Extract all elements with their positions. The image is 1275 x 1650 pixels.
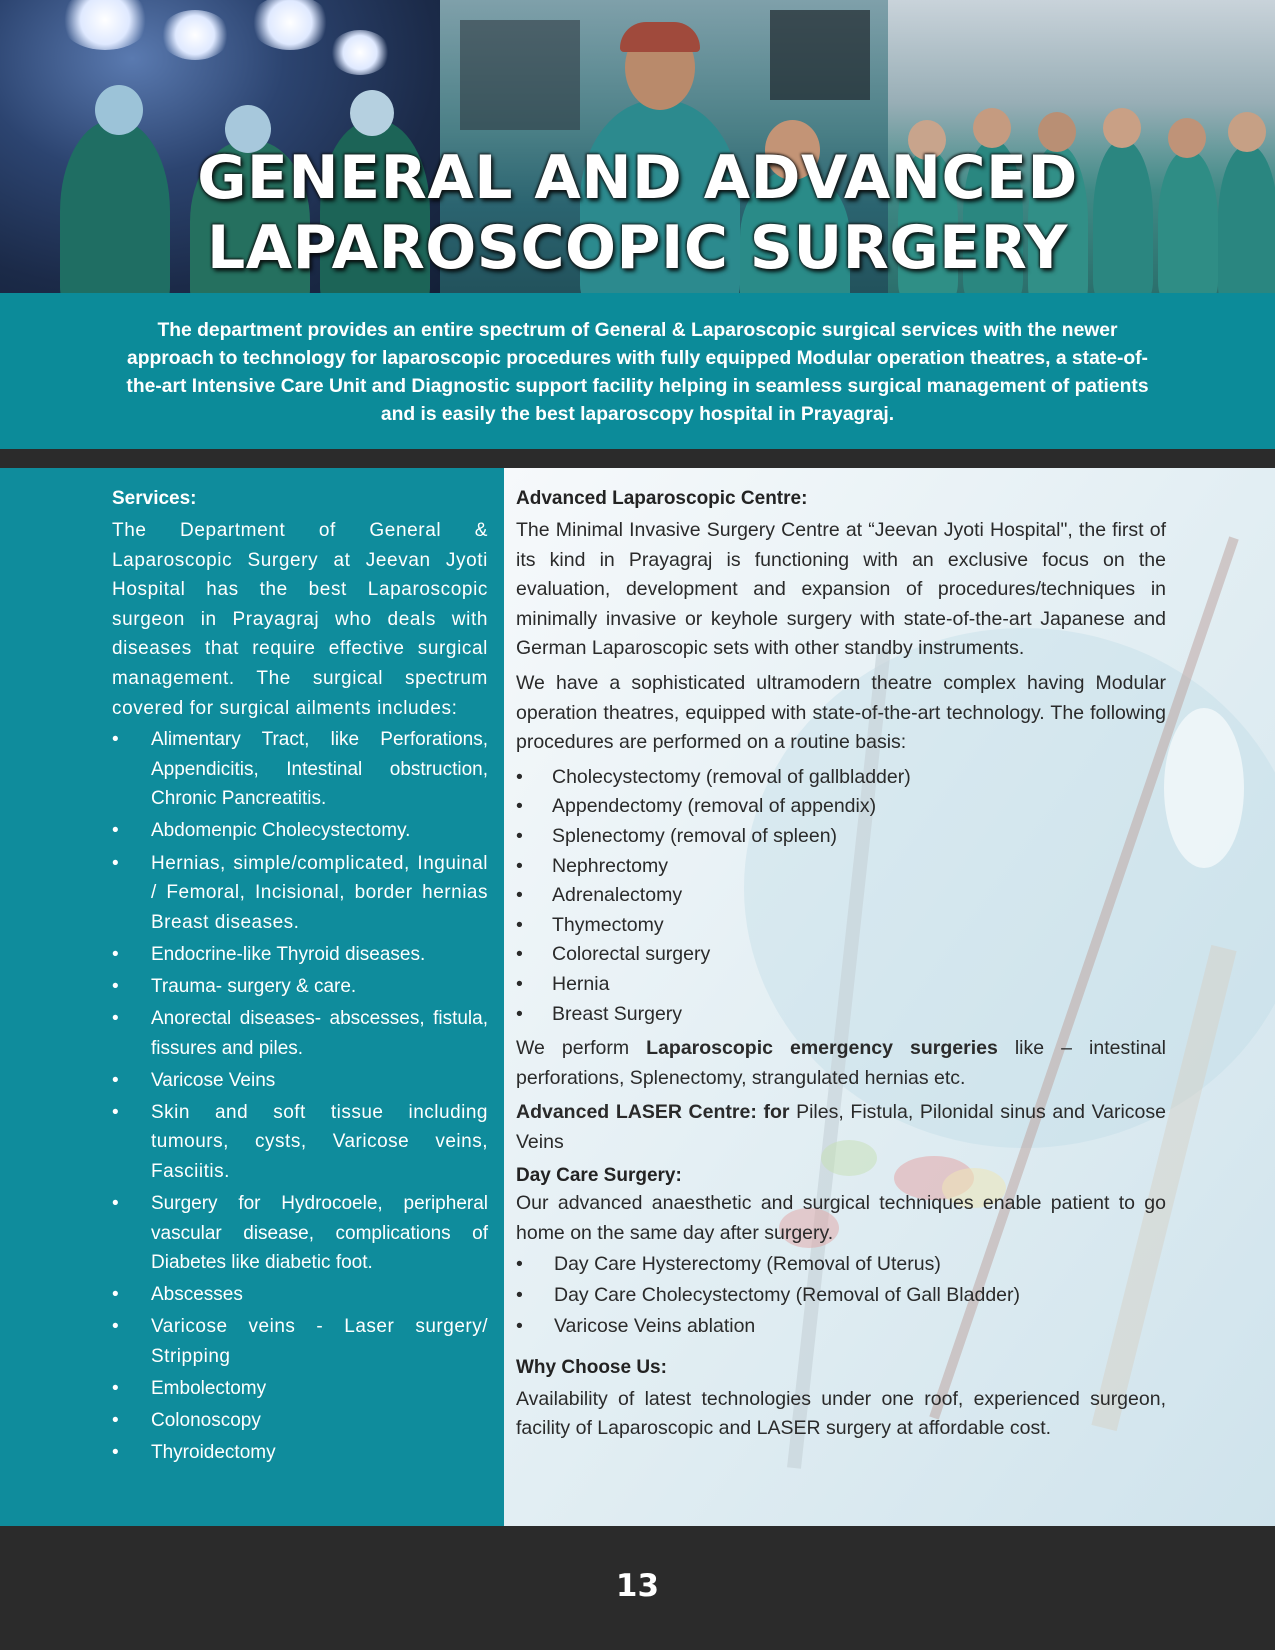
why-choose-heading: Why Choose Us: (516, 1356, 667, 1378)
list-item: • Hernia (516, 970, 1166, 1000)
page-title: GENERAL AND ADVANCED LAPAROSCOPIC SURGER… (0, 143, 1275, 283)
theatre-paragraph: We have a sophisticated ultramodern thea… (516, 671, 1166, 754)
bullet-icon: • (516, 1002, 523, 1025)
bullet-icon: • (112, 852, 120, 874)
intro-text: The department provides an entire spectr… (126, 320, 1149, 425)
page-title-line-2: LAPAROSCOPIC SURGERY (207, 213, 1068, 283)
list-item: • Hernias, simple/complicated, Inguinal /… (112, 849, 488, 938)
details-column: Advanced Laparoscopic Centre: The Minima… (504, 468, 1275, 1526)
list-item: • Nephrectomy (516, 852, 1166, 882)
page-number: 13 (615, 1568, 660, 1604)
list-item: • Embolectomy (112, 1374, 488, 1404)
list-item: • Colonoscopy (112, 1406, 488, 1436)
bullet-icon: • (112, 1193, 119, 1215)
bullet-icon: • (112, 820, 119, 842)
list-item: • Abdomenpic Cholecystectomy. (112, 816, 488, 846)
bullet-icon: • (112, 1101, 120, 1123)
bullet-icon: • (112, 1442, 119, 1464)
list-item: • Splenectomy (removal of spleen) (516, 822, 1166, 852)
list-item: • Trauma- surgery & care. (112, 972, 488, 1002)
bullet-icon: • (112, 1008, 119, 1029)
bullet-icon: • (516, 943, 523, 966)
list-item: • Skin and soft tissue including tumours,… (112, 1098, 488, 1187)
list-item: • Varicose Veins (112, 1066, 488, 1096)
bullet-icon: • (516, 824, 523, 847)
list-item: • Varicose Veins ablation (516, 1311, 1166, 1342)
bullet-icon: • (516, 1314, 523, 1337)
bullet-icon: • (516, 765, 523, 788)
list-item: • Cholecystectomy (removal of gallbladder… (516, 763, 1166, 793)
bullet-icon: • (516, 1252, 523, 1275)
hero-banner: GENERAL AND ADVANCED LAPAROSCOPIC SURGER… (0, 0, 1275, 293)
emergency-highlight: Laparoscopic emergency surgeries (646, 1037, 998, 1060)
day-care-paragraph: Our advanced anaesthetic and surgical te… (516, 1192, 1166, 1245)
bullet-icon: • (516, 795, 523, 818)
page-footer: 13 (0, 1526, 1275, 1650)
list-item: • Endocrine-like Thyroid diseases. (112, 940, 488, 970)
day-care-heading: Day Care Surgery: (516, 1165, 682, 1187)
emergency-paragraph: We perform Laparoscopic emergency surger… (516, 1037, 1166, 1089)
list-item: • Thymectomy (516, 911, 1166, 941)
laser-centre-paragraph: Advanced LASER Centre: for Piles, Fistul… (516, 1101, 1166, 1153)
services-list: • Alimentary Tract, like Perforations, Ap… (112, 725, 488, 1468)
divider-strip (0, 449, 1275, 468)
services-intro: The Department of General & Laparoscopic… (112, 520, 488, 719)
services-heading: Services: (112, 488, 197, 509)
list-item: • Adrenalectomy (516, 881, 1166, 911)
laser-centre-label: Advanced LASER Centre: for (516, 1101, 790, 1124)
list-item: • Varicose veins - Laser surgery/ Strippi… (112, 1312, 488, 1371)
list-item: • Day Care Cholecystectomy (Removal of Ga… (516, 1280, 1166, 1311)
bullet-icon: • (112, 1378, 119, 1400)
list-item: • Colorectal surgery (516, 940, 1166, 970)
list-item: • Anorectal diseases- abscesses, fistula,… (112, 1004, 488, 1063)
bullet-icon: • (112, 943, 119, 965)
list-item: • Thyroidectomy (112, 1438, 488, 1468)
bullet-icon: • (516, 1283, 523, 1306)
procedures-list: • Cholecystectomy (removal of gallbladder… (516, 763, 1166, 1029)
services-column: Services: The Department of General & La… (0, 468, 504, 1526)
list-item: • Abscesses (112, 1280, 488, 1310)
list-item: • Breast Surgery (516, 1000, 1166, 1030)
advanced-centre-heading: Advanced Laparoscopic Centre: (516, 488, 808, 509)
day-care-list: • Day Care Hysterectomy (Removal of Uteru… (516, 1249, 1166, 1342)
bullet-icon: • (112, 1069, 119, 1091)
bullet-icon: • (112, 1410, 119, 1432)
why-choose-paragraph: Availability of latest technologies unde… (516, 1387, 1166, 1440)
list-item: • Alimentary Tract, like Perforations, Ap… (112, 725, 488, 814)
bullet-icon: • (112, 1316, 120, 1338)
list-item: • Appendectomy (removal of appendix) (516, 792, 1166, 822)
intro-band: The department provides an entire spectr… (0, 293, 1275, 449)
list-item: • Surgery for Hydrocoele, peripheral vasc… (112, 1189, 488, 1278)
bullet-icon: • (516, 854, 523, 877)
bullet-icon: • (516, 913, 523, 936)
bullet-icon: • (516, 972, 523, 995)
bullet-icon: • (112, 1284, 119, 1306)
advanced-centre-paragraph: The Minimal Invasive Surgery Centre at “… (516, 519, 1166, 660)
bullet-icon: • (112, 975, 119, 997)
bullet-icon: • (112, 729, 119, 751)
page-title-line-1: GENERAL AND ADVANCED (197, 143, 1078, 213)
bullet-icon: • (516, 884, 523, 907)
list-item: • Day Care Hysterectomy (Removal of Uteru… (516, 1249, 1166, 1280)
